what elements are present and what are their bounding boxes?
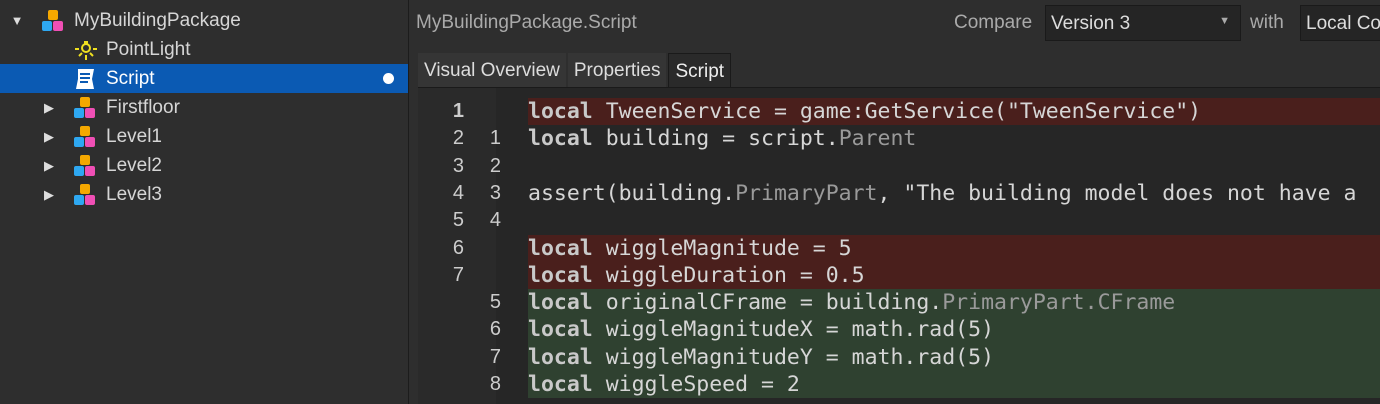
compare-version-value: Version 3	[1051, 13, 1131, 34]
keyword: local	[528, 235, 593, 261]
tree-item-label: Level2	[106, 154, 162, 176]
diff-line-same: 54	[418, 207, 1380, 234]
new-line-number: 5	[489, 291, 501, 314]
diff-line-del: 7 local wiggleDuration = 0.5	[418, 261, 1380, 290]
new-line-number: 8	[489, 373, 501, 395]
compare-version-dropdown[interactable]: Version 3 ▼	[1045, 5, 1241, 41]
old-line-number: 3	[452, 154, 464, 177]
code-text[interactable]: local wiggleMagnitudeY = math.rad(5)	[528, 343, 1380, 371]
tree-item-script[interactable]: Script	[0, 64, 408, 93]
code-token: wiggleSpeed = 2	[605, 372, 800, 397]
expand-arrow-icon[interactable]: ▼	[10, 13, 24, 28]
tree-item-label: Firstfloor	[106, 96, 180, 118]
keyword: local	[528, 290, 593, 316]
old-line-number: 7	[452, 263, 464, 286]
tree-item-label: MyBuildingPackage	[74, 9, 241, 31]
modified-dot-icon	[383, 73, 394, 84]
collapse-arrow-icon[interactable]: ▶	[42, 100, 56, 116]
tree-item-pointlight[interactable]: PointLight	[0, 35, 408, 64]
diff-panel: MyBuildingPackage.Script Compare Version…	[410, 0, 1380, 404]
tree-item-label: Level1	[106, 125, 162, 147]
new-line-number: 4	[489, 209, 501, 232]
diff-line-del: 6 local wiggleMagnitude = 5	[418, 234, 1380, 262]
tree-item-label: Script	[106, 67, 155, 89]
new-line-number: 2	[489, 154, 501, 177]
with-version-dropdown[interactable]: Local Co	[1300, 5, 1380, 41]
package-icon	[74, 183, 96, 206]
new-line-number: 3	[489, 181, 501, 204]
tree-item-label: Level3	[106, 183, 162, 205]
code-token: wiggleMagnitudeY = math.rad(5)	[605, 344, 995, 370]
script-icon	[74, 68, 96, 90]
chevron-down-icon: ▼	[1219, 15, 1230, 27]
property: PrimaryPart	[735, 180, 878, 206]
new-line-number: 6	[489, 318, 501, 341]
code-text[interactable]: local wiggleMagnitudeX = math.rad(5)	[528, 316, 1380, 344]
explorer-tree: ▼ MyBuildingPackage PointLight Script ▶ First…	[0, 0, 409, 404]
code-token: building = script.	[605, 126, 839, 152]
code-text[interactable]: local building = script.Parent	[528, 125, 1380, 152]
code-text[interactable]: local wiggleDuration = 0.5	[528, 261, 1380, 290]
code-token: originalCFrame = building.	[605, 290, 943, 316]
diff-line-add: 5 local originalCFrame = building.Primary…	[418, 289, 1380, 317]
old-line-number: 1	[452, 100, 464, 122]
code-text[interactable]: local originalCFrame = building.PrimaryP…	[528, 289, 1380, 317]
tree-item-firstfloor[interactable]: ▶ Firstfloor	[0, 93, 408, 122]
new-line-number: 1	[489, 127, 501, 150]
code-text[interactable]: local wiggleMagnitude = 5	[528, 234, 1380, 262]
keyword: local	[528, 99, 593, 124]
package-icon	[42, 9, 64, 32]
code-token: wiggleMagnitudeX = math.rad(5)	[605, 317, 995, 343]
package-icon	[74, 125, 96, 148]
keyword: local	[528, 317, 593, 343]
new-line-number: 7	[489, 345, 501, 368]
diff-line-add: 8 local wiggleSpeed = 2	[418, 371, 1380, 399]
old-line-number: 4	[452, 181, 464, 204]
pointlight-icon	[74, 39, 97, 61]
old-line-number: 2	[452, 127, 464, 150]
tree-item-level3[interactable]: ▶ Level3	[0, 180, 408, 209]
diff-line-add: 7 local wiggleMagnitudeY = math.rad(5)	[418, 343, 1380, 371]
package-icon	[74, 154, 96, 177]
tree-item-level1[interactable]: ▶ Level1	[0, 122, 408, 151]
keyword: local	[528, 372, 593, 397]
keyword: local	[528, 262, 593, 288]
collapse-arrow-icon[interactable]: ▶	[42, 129, 56, 145]
code-token: wiggleDuration = 0.5	[605, 262, 865, 288]
diff-title: MyBuildingPackage.Script	[416, 12, 637, 33]
collapse-arrow-icon[interactable]: ▶	[42, 158, 56, 174]
package-icon	[74, 96, 96, 119]
property: Parent	[838, 126, 917, 152]
with-label: with	[1250, 12, 1284, 33]
tab-properties[interactable]: Properties	[567, 53, 667, 87]
tab-bar: Visual Overview Properties Script	[418, 53, 732, 87]
collapse-arrow-icon[interactable]: ▶	[42, 187, 56, 203]
old-line-number: 5	[452, 209, 464, 232]
diff-line-del: 1 local TweenService = game:GetService("T…	[418, 98, 1380, 126]
diff-line-same: 2 1 local building = script.Parent	[418, 125, 1380, 152]
with-version-value: Local Co	[1306, 13, 1380, 34]
diff-line-add: 6 local wiggleMagnitudeX = math.rad(5)	[418, 316, 1380, 344]
tree-item-level2[interactable]: ▶ Level2	[0, 151, 408, 180]
tree-item-mybuildingpackage[interactable]: ▼ MyBuildingPackage	[0, 6, 408, 35]
tab-visual-overview[interactable]: Visual Overview	[418, 53, 566, 87]
code-token: TweenService = game:GetService("TweenSer…	[605, 99, 1202, 124]
code-token: , "The building model does not have a	[877, 180, 1357, 206]
keyword: local	[528, 126, 593, 152]
code-token: wiggleMagnitude = 5	[605, 235, 852, 261]
tab-script[interactable]: Script	[668, 53, 732, 87]
property: PrimaryPart.CFrame	[942, 290, 1176, 316]
diff-line-same: 4 3 assert(building.PrimaryPart, "The buil…	[418, 180, 1380, 207]
code-token: assert(building.	[528, 180, 736, 206]
diff-editor: 1 local TweenService = game:GetService("T…	[418, 87, 1380, 404]
code-text[interactable]: local TweenService = game:GetService("Tw…	[528, 98, 1380, 126]
code-text[interactable]: assert(building.PrimaryPart, "The buildi…	[528, 180, 1380, 207]
code-text[interactable]: local wiggleSpeed = 2	[528, 371, 1380, 399]
diff-line-same: 32	[418, 153, 1380, 180]
tree-item-label: PointLight	[106, 38, 191, 60]
compare-label: Compare	[954, 12, 1033, 33]
old-line-number: 6	[452, 236, 464, 259]
keyword: local	[528, 344, 593, 370]
